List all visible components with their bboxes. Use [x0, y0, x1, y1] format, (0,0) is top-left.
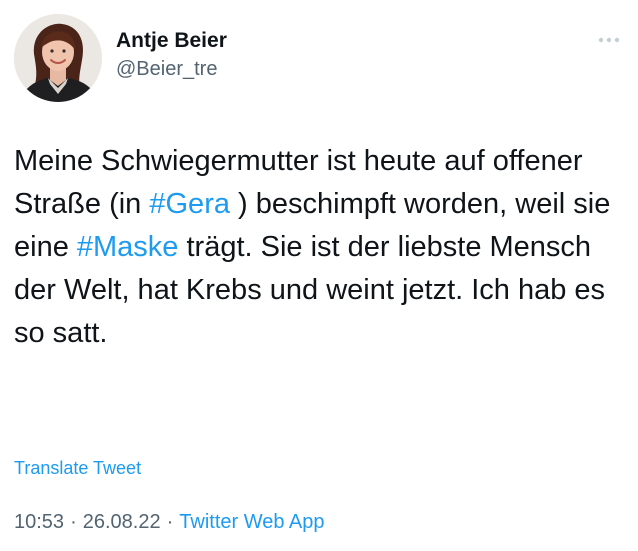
hashtag-gera-link[interactable]: #Gera [149, 188, 230, 220]
author-block: Antje Beier @Beier_tre [116, 28, 227, 82]
more-options-button[interactable] [594, 32, 624, 48]
tweet-source-link[interactable]: Twitter Web App [179, 511, 324, 533]
translate-tweet-link[interactable]: Translate Tweet [14, 456, 141, 480]
tweet-time[interactable]: 10:53 [14, 511, 64, 533]
author-handle[interactable]: @Beier_tre [116, 56, 227, 82]
more-horizontal-icon [598, 37, 620, 43]
profile-photo [14, 14, 102, 102]
tweet-date[interactable]: 26.08.22 [83, 511, 161, 533]
meta-separator: · [166, 511, 174, 533]
meta-separator: · [70, 511, 77, 533]
hashtag-maske-link[interactable]: #Maske [77, 231, 179, 263]
tweet-meta: 10:53 · 26.08.22 · Twitter Web App [14, 508, 325, 536]
tweet-text: Meine Schwiegermutter ist heute auf offe… [14, 140, 624, 355]
avatar[interactable] [14, 14, 102, 102]
author-display-name[interactable]: Antje Beier [116, 28, 227, 54]
tweet-card: Antje Beier @Beier_tre Meine Schwiegermu… [0, 0, 638, 551]
